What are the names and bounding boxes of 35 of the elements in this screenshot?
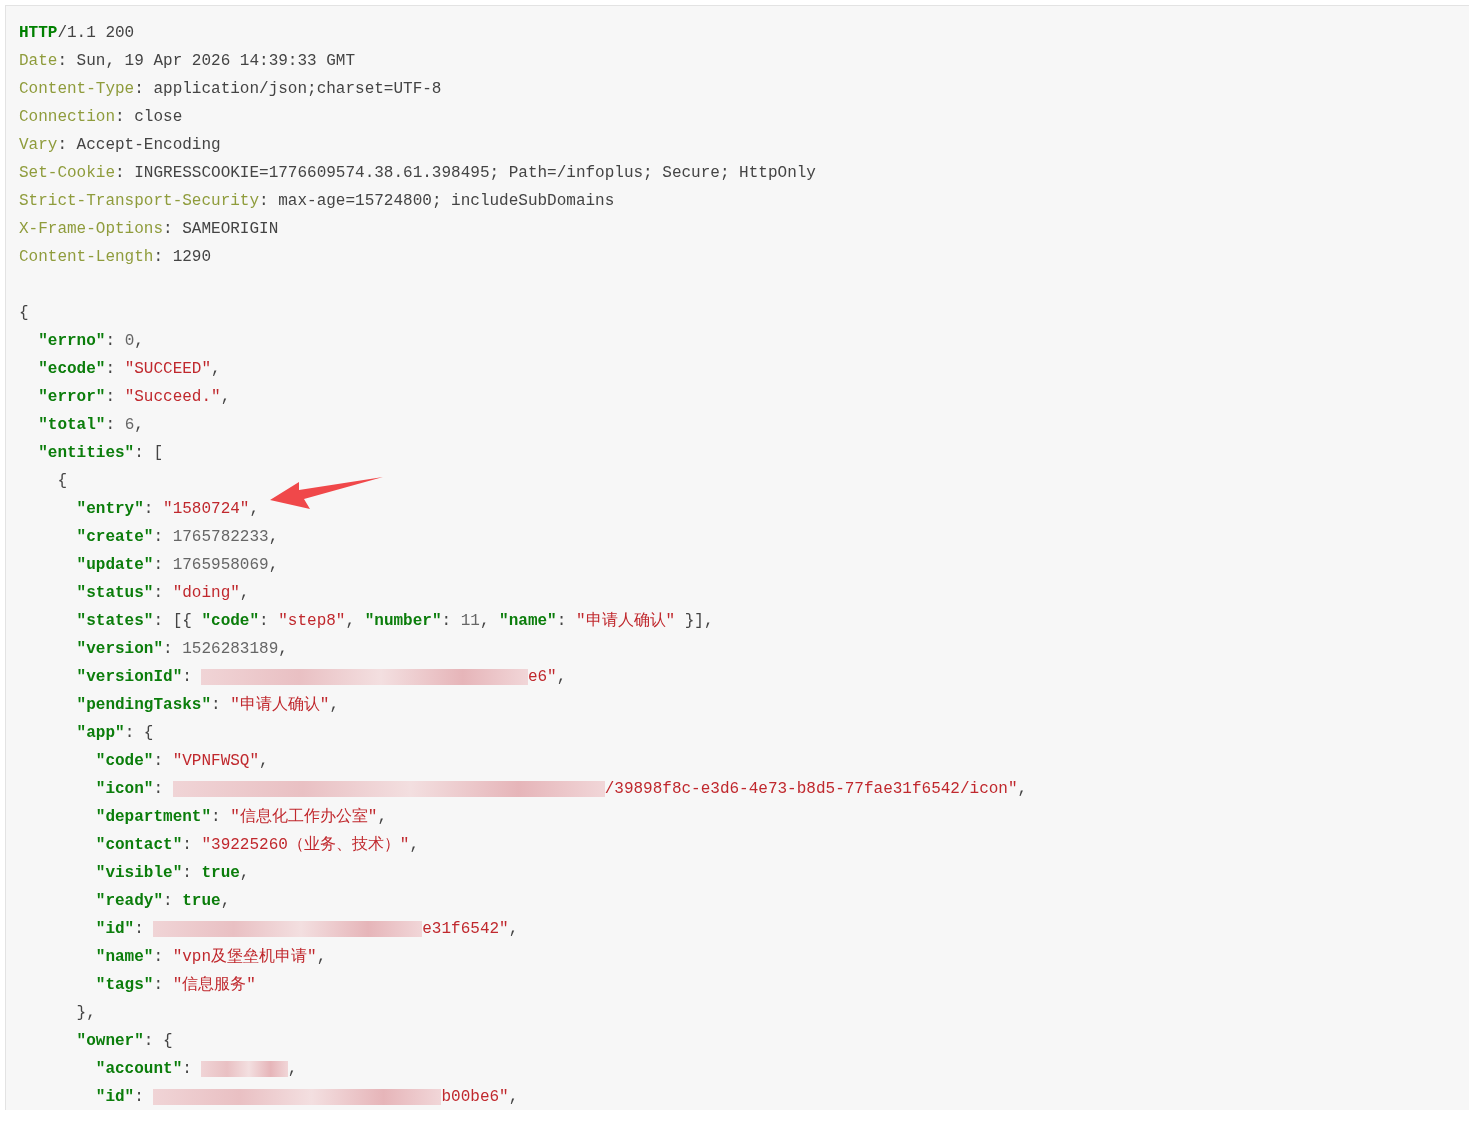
code-line: "create": 1765782233, xyxy=(75,527,279,548)
code-line: "app": { xyxy=(75,723,154,744)
code-line: "states": [{ "code": "step8", "number": 11, "name": "申请人确认" }], xyxy=(75,611,714,632)
code-line: "visible": true, xyxy=(94,863,250,884)
code-line: "tags": "信息服务" xyxy=(94,975,256,996)
code-line: "pendingTasks": "申请人确认", xyxy=(75,695,340,716)
code-line: "update": 1765958069, xyxy=(75,555,279,576)
code-line: "entry": "1580724", xyxy=(75,499,260,520)
code-line: "version": 1526283189, xyxy=(75,639,288,660)
code-line: "entities": [ xyxy=(37,443,164,464)
code-line: Vary: Accept-Encoding xyxy=(19,135,221,156)
code-line: { xyxy=(56,471,67,492)
code-line: "ready": true, xyxy=(94,891,231,912)
code-line: X-Frame-Options: SAMEORIGIN xyxy=(19,219,279,240)
code-line: "account": , xyxy=(94,1059,298,1080)
code-line: Set-Cookie: INGRESSCOOKIE=1776609574.38.61.398495; Path=/infoplus; Secure; HttpOnly xyxy=(19,163,816,184)
code-line: Content-Length: 1290 xyxy=(19,247,212,268)
code-line: }, xyxy=(75,1003,96,1024)
code-line: "contact": "39225260（业务、技术）", xyxy=(94,834,420,856)
code-line: "department": "信息化工作办公室", xyxy=(94,806,388,828)
code-line: "code": "VPNFWSQ", xyxy=(94,751,269,772)
code-line: "name": "vpn及堡垒机申请", xyxy=(94,947,327,968)
code-line: "error": "Succeed.", xyxy=(37,387,231,408)
code-line: "owner": { xyxy=(75,1031,173,1052)
code-line: "errno": 0, xyxy=(37,331,144,352)
code-line: Date: Sun, 19 Apr 2026 14:39:33 GMT xyxy=(19,51,356,72)
code-line: "status": "doing", xyxy=(75,583,250,604)
code-line: "icon": /39898f8c-e3d6-4e73-b8d5-77fae31f6542/icon", xyxy=(94,779,1028,800)
code-line: "total": 6, xyxy=(37,415,144,436)
code-line: "ecode": "SUCCEED", xyxy=(37,359,221,380)
code-line: Strict-Transport-Security: max-age=15724800; includeSubDomains xyxy=(19,191,615,212)
code-line: Content-Type: application/json;charset=UTF-8 xyxy=(19,79,442,100)
code-line: HTTP/1.1 200 xyxy=(19,23,135,44)
code-line: Connection: close xyxy=(19,107,183,128)
code-line: { xyxy=(19,303,29,324)
